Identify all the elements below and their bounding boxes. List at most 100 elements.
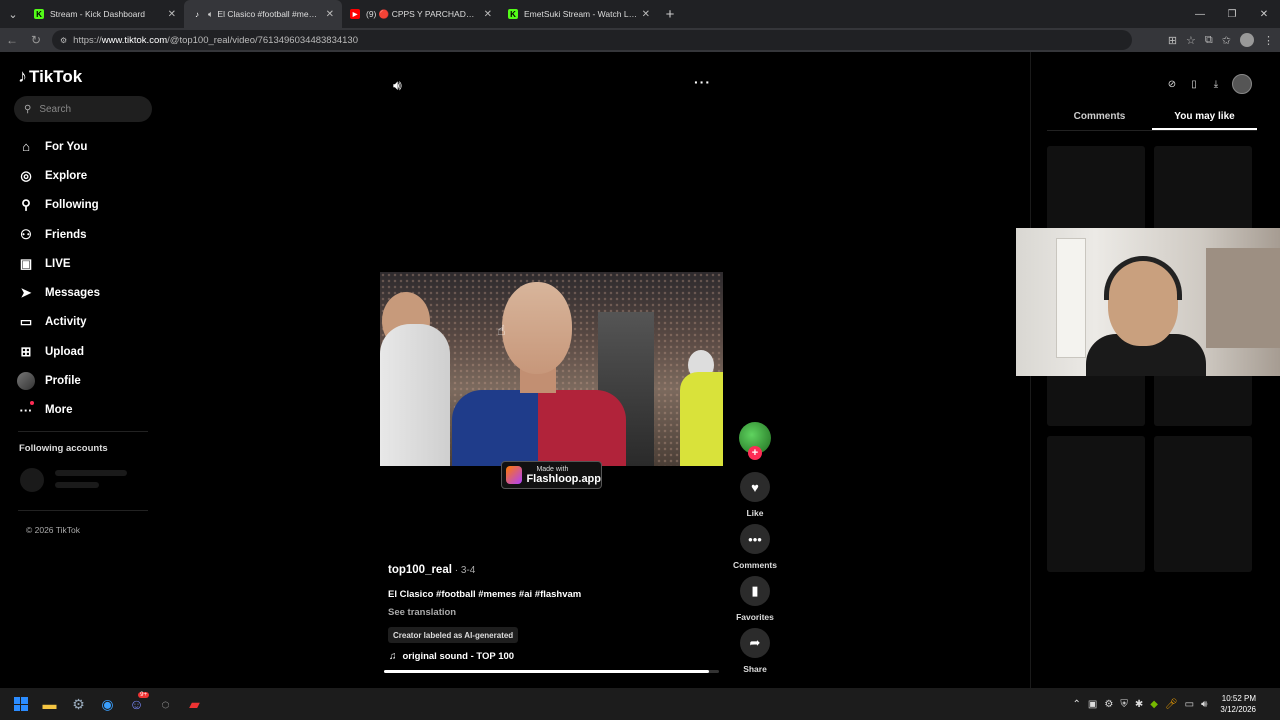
windows-start-icon[interactable] (6, 688, 35, 720)
tab-close-icon[interactable]: ✕ (642, 9, 650, 20)
sidebar-item-live[interactable]: ▣ LIVE (16, 249, 156, 278)
browser-tab-kick-stream[interactable]: K EmetSuki Stream - Watch Live on ✕ (500, 0, 658, 28)
browser-tab-bar: ⌄ K Stream - Kick Dashboard ✕ ♪ 🔈︎ El Cl… (0, 0, 1280, 28)
sidebar-item-more[interactable]: ··· More (16, 396, 156, 425)
notification-badge: 9+ (138, 692, 149, 698)
sidebar-item-activity[interactable]: ▭ Activity (16, 308, 156, 337)
skeleton-avatar (20, 468, 44, 492)
discord-icon[interactable]: ☺ 9+ (122, 688, 151, 720)
right-panel-toolbar: ⊘ ▯ ⤓ (1166, 74, 1252, 94)
volume-icon[interactable]: 🔊︎ (393, 77, 402, 94)
app-red-icon[interactable]: ▰ (180, 688, 209, 720)
search-icon: ⚲ (24, 103, 32, 115)
steam-icon[interactable]: ⚙ (64, 688, 93, 720)
badge-big-text: Flashloop.app (526, 472, 601, 485)
url-host: www.tiktok.com (101, 34, 168, 46)
browser-profile-avatar[interactable] (1240, 33, 1254, 47)
browser-tab-youtube[interactable]: ▶ (9) 🔴 CPPS Y PARCHADAS 🔥 KING ✕ (342, 0, 500, 28)
tab-comments[interactable]: Comments (1047, 107, 1152, 130)
tray-app-icon[interactable]: ▣ (1088, 699, 1097, 710)
favorites-button[interactable]: ▮ Favorites (735, 576, 775, 622)
avatar (17, 372, 35, 391)
tray-steam-icon[interactable]: ⚙ (1104, 699, 1113, 710)
logo-text: TikTok (29, 66, 83, 86)
back-arrow-icon[interactable]: ← (0, 28, 24, 52)
comments-button[interactable]: ••• Comments (733, 524, 777, 570)
like-button[interactable]: ♥ Like (735, 472, 775, 518)
sidebar-item-upload[interactable]: ⊞ Upload (16, 337, 156, 366)
site-info-icon[interactable]: ⚙ (60, 36, 67, 45)
username-text: top100_real (388, 564, 452, 576)
sidebar-item-profile[interactable]: Profile (16, 366, 156, 395)
coin-icon[interactable]: ⊘ (1166, 78, 1178, 90)
new-tab-button[interactable]: + (658, 6, 682, 23)
sidebar-item-explore[interactable]: ◎ Explore (16, 161, 156, 190)
tray-bluetooth-icon[interactable]: ✱ (1135, 699, 1143, 710)
edge-browser-icon[interactable]: ◉ (93, 688, 122, 720)
tray-network-icon[interactable]: ▭ (1185, 699, 1194, 710)
user-avatar[interactable] (1232, 74, 1252, 94)
comment-bubble-icon: ••• (740, 524, 770, 554)
tab-close-icon[interactable]: ✕ (484, 9, 492, 20)
phone-icon[interactable]: ▯ (1188, 78, 1200, 90)
close-window-icon[interactable]: ✕ (1248, 0, 1280, 28)
browser-tab-tiktok[interactable]: ♪ 🔈︎ El Clasico #football #memes # ✕ (184, 0, 342, 28)
system-clock[interactable]: 10:52 PM 3/12/2026 (1220, 693, 1256, 715)
video-more-options-icon[interactable]: ··· (694, 74, 711, 90)
windows-taskbar: ▬ ⚙ ◉ ☺ 9+ ◌ ▰ ⌃ ▣ ⚙ ⛨ ✱ ◆ 🎤︎ ▭ 🔊︎ 10:52 … (0, 688, 1280, 720)
tray-volume-icon[interactable]: 🔊︎ (1201, 699, 1207, 710)
favorites-icon[interactable]: ✩ (1222, 34, 1231, 47)
tab-close-icon[interactable]: ✕ (168, 9, 176, 20)
video-progress-bar[interactable] (384, 670, 719, 673)
profile-avatar-icon (16, 372, 36, 391)
extension-icon[interactable]: ⧉ (1205, 34, 1213, 47)
following-accounts-title: Following accounts (19, 443, 108, 454)
tiktok-logo[interactable]: ♪ TikTok (18, 66, 82, 87)
see-translation-link[interactable]: See translation (388, 607, 456, 618)
heart-icon: ♥ (740, 472, 770, 502)
url-field[interactable]: ⚙ https://www.tiktok.com/@top100_real/vi… (52, 30, 1132, 50)
share-label: Share (743, 664, 767, 674)
tray-shield-icon[interactable]: ⛨ (1120, 699, 1128, 710)
bookmark-star-icon[interactable]: ☆ (1186, 34, 1196, 47)
sidebar-item-friends[interactable]: ⚇ Friends (16, 220, 156, 249)
share-button[interactable]: ➦ Share (735, 628, 775, 674)
file-explorer-icon[interactable]: ▬ (35, 688, 64, 720)
kick-favicon-icon: K (34, 9, 44, 19)
right-panel-tabs: Comments You may like (1047, 107, 1257, 131)
tray-nvidia-icon[interactable]: ◆ (1150, 699, 1158, 710)
post-date: · 3-4 (451, 565, 476, 576)
browser-tab-kick-dashboard[interactable]: K Stream - Kick Dashboard ✕ (26, 0, 184, 28)
reload-icon[interactable]: ↻ (24, 28, 48, 52)
tab-close-icon[interactable]: ✕ (326, 9, 334, 20)
suggestion-tile[interactable] (1047, 436, 1145, 572)
minimize-icon[interactable]: — (1184, 0, 1216, 28)
tray-mic-icon[interactable]: 🎤︎ (1165, 699, 1178, 710)
app-install-icon[interactable]: ⊞ (1168, 34, 1177, 47)
sidebar-item-for-you[interactable]: ⌂ For You (16, 132, 156, 161)
tray-chevron-up-icon[interactable]: ⌃ (1073, 699, 1081, 710)
video-player[interactable] (380, 272, 723, 466)
author-username[interactable]: top100_real · 3-4 (388, 564, 475, 576)
webcam-headphones (1104, 256, 1182, 300)
sound-link[interactable]: ♫ original sound - TOP 100 (389, 651, 514, 662)
tab-search-chevron-icon[interactable]: ⌄ (0, 0, 26, 28)
restore-icon[interactable]: ❐ (1216, 0, 1248, 28)
sidebar-item-label: Activity (45, 316, 87, 329)
tab-you-may-like[interactable]: You may like (1152, 107, 1257, 130)
sidebar-item-messages[interactable]: ➤ Messages (16, 278, 156, 307)
video-frame-white-shirt (380, 324, 450, 466)
follow-plus-icon[interactable]: + (748, 446, 762, 460)
tiktok-page: ♪ TikTok ⚲ Search ⌂ For You ◎ Explore ⚲ … (0, 52, 1280, 688)
suggestion-tile[interactable] (1154, 436, 1252, 572)
browser-menu-icon[interactable]: ⋮ (1263, 34, 1274, 47)
live-icon: ▣ (19, 255, 33, 271)
sidebar-item-following[interactable]: ⚲ Following (16, 191, 156, 220)
sidebar-nav: ⌂ For You ◎ Explore ⚲ Following ⚇ Friend… (16, 132, 156, 425)
youtube-favicon-icon: ▶ (350, 9, 360, 19)
tab-audio-icon[interactable]: 🔈︎ (208, 9, 213, 20)
bookmark-icon: ▮ (740, 576, 770, 606)
obs-icon[interactable]: ◌ (151, 688, 180, 720)
download-icon[interactable]: ⤓ (1210, 78, 1222, 90)
search-input[interactable]: ⚲ Search (14, 96, 152, 122)
